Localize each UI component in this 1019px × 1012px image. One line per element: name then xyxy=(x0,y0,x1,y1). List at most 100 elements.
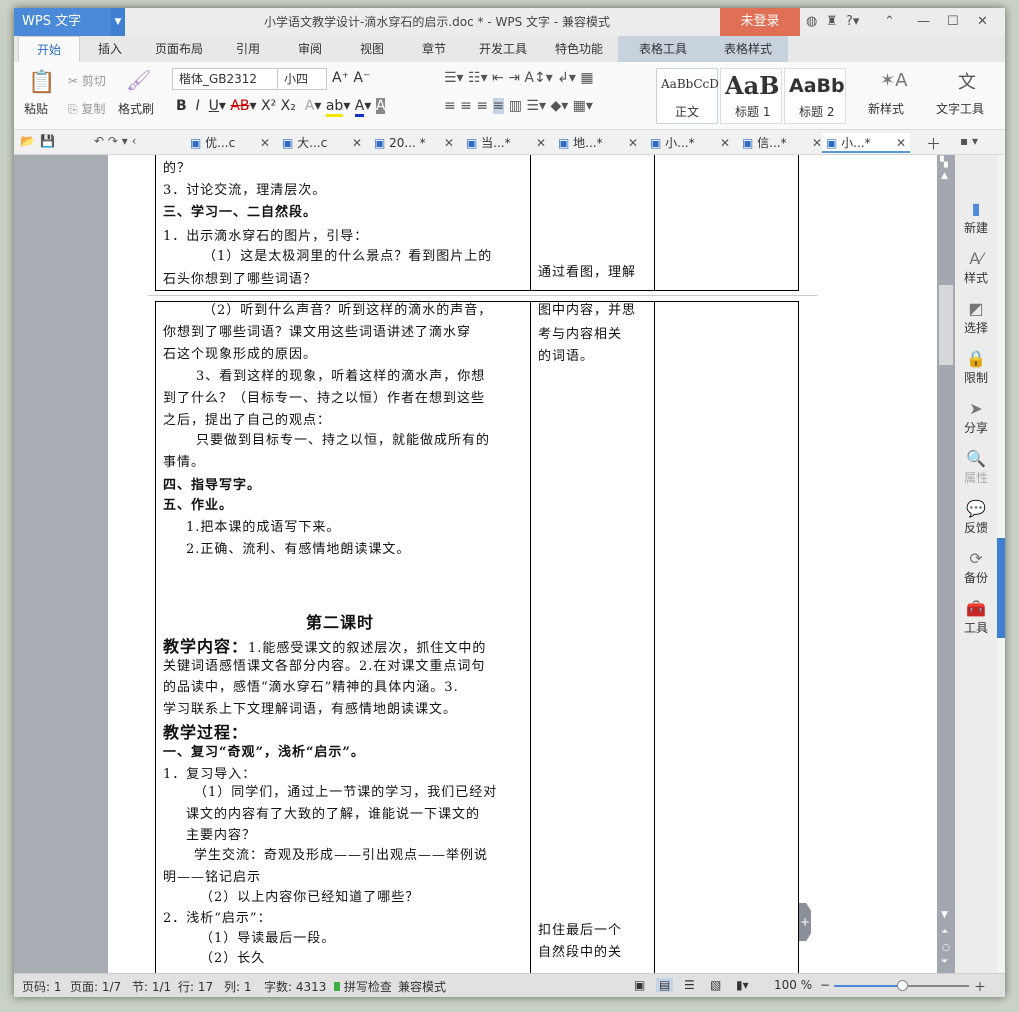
minimize-icon[interactable]: — xyxy=(917,14,930,29)
scroll-down-icon[interactable]: ▼ xyxy=(941,910,948,920)
tab-list-icon[interactable]: ▪ ▾ xyxy=(960,134,978,148)
shirt-icon[interactable]: ♜ xyxy=(826,14,838,29)
doc-tab[interactable]: ▣ 小...* ✕ xyxy=(650,133,730,153)
skin-icon[interactable]: ◍ xyxy=(806,14,817,29)
tab-chapter[interactable]: 章节 xyxy=(410,36,458,62)
fullscreen-icon[interactable]: ▣ xyxy=(634,978,645,992)
tab-page-layout[interactable]: 页面布局 xyxy=(144,36,214,62)
tab-table-tools[interactable]: 表格工具 xyxy=(618,36,708,62)
sidepanel-style[interactable]: A⁄ 样式 xyxy=(955,249,997,286)
collapse-ribbon-icon[interactable]: ⌃ xyxy=(884,14,895,29)
tab-home[interactable]: 开始 xyxy=(18,36,80,62)
close-tab-icon[interactable]: ✕ xyxy=(812,133,822,153)
sidepanel-feedback[interactable]: 💬 反馈 xyxy=(955,499,997,536)
doc-tab[interactable]: ▣ 当...* ✕ xyxy=(466,133,546,153)
vertical-scrollbar[interactable]: ▚ ▲ ▼ ⏶ ○ ⏷ xyxy=(937,155,955,973)
tab-references[interactable]: 引用 xyxy=(224,36,272,62)
paragraph-align-buttons[interactable]: ≡ ≡ ≡ ≡ ▥ ☰▾ ◆▾ ▦▾ xyxy=(444,98,593,114)
new-tab-icon[interactable]: ＋ xyxy=(926,133,941,154)
tab-features[interactable]: 特色功能 xyxy=(546,36,612,62)
prev-page-icon[interactable]: ⏶ xyxy=(941,927,948,937)
doc-tab[interactable]: ▣ 地...* ✕ xyxy=(558,133,638,153)
format-painter-icon[interactable]: 🖌 xyxy=(126,68,151,92)
document-page[interactable]: 的？ 3．讨论交流，理清层次。 三、学习一、二自然段。 1．出示滴水穿石的图片，… xyxy=(108,155,937,973)
sidepanel-share[interactable]: ➤ 分享 xyxy=(955,399,997,436)
expand-panel-icon[interactable]: + xyxy=(799,903,811,941)
new-style-button[interactable]: 新样式 xyxy=(868,100,904,117)
doc-tab[interactable]: ▣ 优...c ✕ xyxy=(190,133,270,153)
text-tools-icon[interactable]: 文 xyxy=(958,68,976,94)
close-tab-icon[interactable]: ✕ xyxy=(628,133,638,153)
doc-line: 3．讨论交流，理清层次。 xyxy=(163,183,327,198)
sidepanel-tools[interactable]: 🧰 工具 xyxy=(955,599,997,636)
close-tab-icon[interactable]: ✕ xyxy=(896,133,906,153)
paste-icon[interactable]: 📋 xyxy=(28,70,55,95)
list-buttons[interactable]: ☰▾ ☷▾ ⇤ ⇥ A↕▾ ↲▾ ▦ xyxy=(444,70,594,86)
style-preview: AaBbCcD xyxy=(661,77,719,91)
style-heading-2[interactable]: AaBb 标题 2 xyxy=(784,68,846,124)
zoom-out-icon[interactable]: − xyxy=(820,978,830,992)
tab-insert[interactable]: 插入 xyxy=(84,36,136,62)
close-tab-icon[interactable]: ✕ xyxy=(720,133,730,153)
close-tab-icon[interactable]: ✕ xyxy=(260,133,270,153)
font-family-select[interactable]: 楷体_GB2312 xyxy=(172,68,278,90)
doc-line: （1）这是太极洞里的什么景点？看到图片上的 xyxy=(203,249,493,264)
font-format-buttons[interactable]: B I U▾ AB▾ X² X₂ A▾ ab▾ A▾ A xyxy=(176,98,386,117)
format-painter-button[interactable]: 格式刷 xyxy=(118,100,154,117)
close-tab-icon[interactable]: ✕ xyxy=(536,133,546,153)
doc-tab[interactable]: ▣ 信...* ✕ xyxy=(742,133,822,153)
outline-view-icon[interactable]: ☰ xyxy=(684,978,695,992)
tab-developer[interactable]: 开发工具 xyxy=(470,36,536,62)
close-tab-icon[interactable]: ✕ xyxy=(352,133,362,153)
undo-redo-icons[interactable]: ↶ ↷ ▾ ‹ xyxy=(94,134,136,148)
doc-tab-active[interactable]: ▣ 小...* ✕ xyxy=(822,133,910,153)
spell-check[interactable]: 拼写检查 xyxy=(334,978,392,995)
word-count[interactable]: 字数: 4313 xyxy=(264,978,326,995)
text-tools-button[interactable]: 文字工具 xyxy=(936,100,984,117)
doc-line: 事情。 xyxy=(163,455,206,470)
panel-toggle[interactable] xyxy=(997,538,1005,638)
open-icon[interactable]: 📂 xyxy=(20,134,35,148)
close-tab-icon[interactable]: ✕ xyxy=(444,133,454,153)
browse-object-icon[interactable]: ○ xyxy=(942,943,950,953)
sidepanel-restrict[interactable]: 🔒 限制 xyxy=(955,349,997,386)
login-button[interactable]: 未登录 xyxy=(720,8,800,36)
next-page-icon[interactable]: ⏷ xyxy=(941,957,948,967)
sidepanel-backup[interactable]: ⟳ 备份 xyxy=(955,549,997,586)
style-heading-1[interactable]: AaB 标题 1 xyxy=(720,68,782,124)
reading-mode-icon[interactable]: ▮▾ xyxy=(736,978,749,992)
paste-button[interactable]: 粘贴 xyxy=(24,100,48,117)
sidepanel-new[interactable]: ▮ 新建 xyxy=(955,199,997,236)
grow-font-icon[interactable]: A⁺ A⁻ xyxy=(332,70,370,86)
doc-tab[interactable]: ▣ 大...c ✕ xyxy=(282,133,362,153)
app-menu-button[interactable]: WPS 文字 ▼ xyxy=(14,8,125,36)
save-icon[interactable]: 💾 xyxy=(40,134,55,148)
sidepanel-select[interactable]: ◩ 选择 xyxy=(955,299,997,336)
scroll-thumb[interactable] xyxy=(939,285,953,365)
tab-view[interactable]: 视图 xyxy=(348,36,396,62)
zoom-knob[interactable] xyxy=(896,980,908,991)
doc-tab-label: 小...* xyxy=(665,136,695,150)
page-view-icon[interactable]: ▤ xyxy=(656,978,674,992)
style-normal[interactable]: AaBbCcD 正文 xyxy=(656,68,719,124)
help-icon[interactable]: ?▾ xyxy=(846,14,859,29)
new-style-icon[interactable]: ✶A xyxy=(880,70,907,91)
zoom-slider[interactable] xyxy=(834,980,969,991)
sidepanel-label: 样式 xyxy=(963,271,988,285)
tab-review[interactable]: 审阅 xyxy=(286,36,334,62)
sidepanel-properties[interactable]: 🔍 属性 xyxy=(955,449,997,486)
web-view-icon[interactable]: ▧ xyxy=(710,978,721,992)
cut-button[interactable]: ✂ 剪切 xyxy=(68,72,106,89)
doc-line: 1.把本课的成语写下来。 xyxy=(186,520,341,535)
tab-table-style[interactable]: 表格样式 xyxy=(708,36,788,62)
zoom-in-icon[interactable]: ＋ xyxy=(974,978,986,995)
split-icon[interactable]: ▚ xyxy=(940,157,948,168)
document-area[interactable]: 的？ 3．讨论交流，理清层次。 三、学习一、二自然段。 1．出示滴水穿石的图片，… xyxy=(14,155,937,973)
style-icon: A⁄ xyxy=(969,249,983,268)
maximize-icon[interactable]: ☐ xyxy=(947,14,959,29)
copy-button[interactable]: ⎘ 复制 xyxy=(68,100,105,117)
close-icon[interactable]: ✕ xyxy=(977,14,988,29)
scroll-up-icon[interactable]: ▲ xyxy=(941,171,948,181)
doc-tab[interactable]: ▣ 20... * ✕ xyxy=(374,133,454,153)
font-size-select[interactable]: 小四 xyxy=(277,68,327,90)
